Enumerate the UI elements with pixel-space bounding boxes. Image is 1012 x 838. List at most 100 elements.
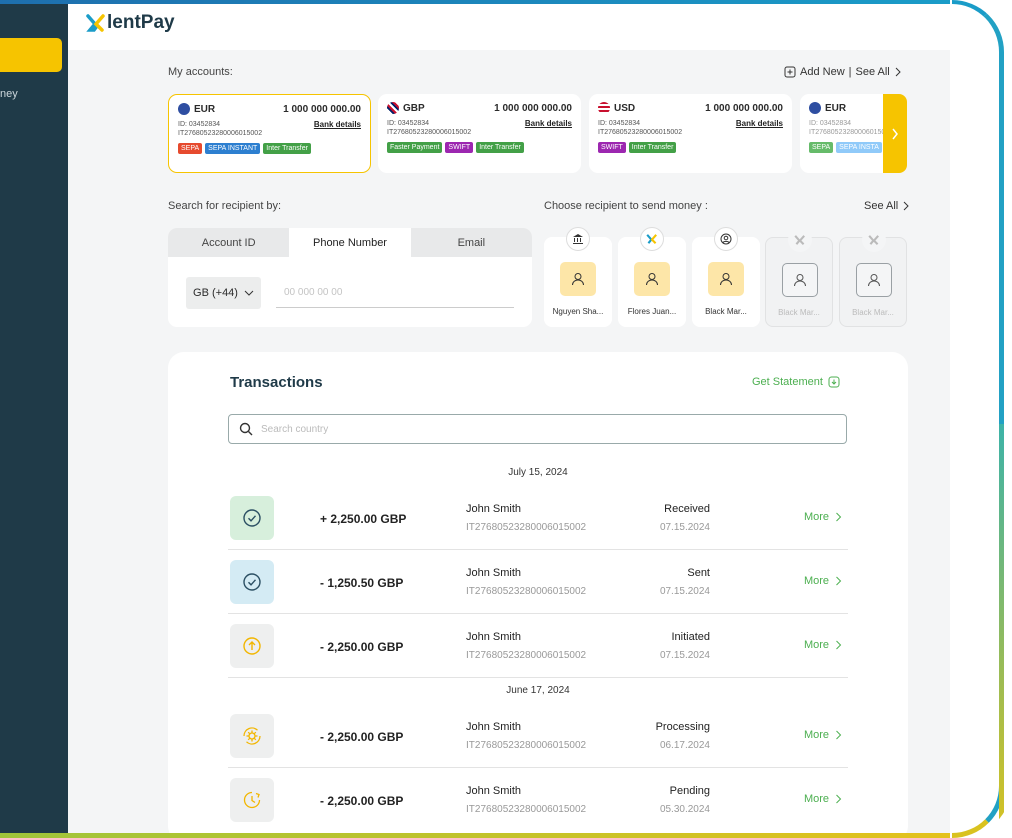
search-label: Search for recipient by: [168, 200, 282, 212]
see-all-recipients-link[interactable]: See All [864, 200, 898, 212]
user-icon [782, 263, 818, 297]
recipient-name: Nguyen Sha... [552, 307, 604, 316]
transaction-status: Received [664, 503, 710, 515]
add-new-link[interactable]: Add New [800, 66, 845, 78]
transaction-amount: - 2,250.00 GBP [320, 730, 404, 744]
recipient-card[interactable]: Nguyen Sha... [544, 227, 612, 327]
account-iban: IT27680523280006015002 [809, 129, 891, 136]
uk-flag-icon [387, 102, 399, 114]
transaction-status: Initiated [671, 631, 710, 643]
frame-edge-right [952, 0, 1004, 838]
accounts-label: My accounts: [168, 66, 233, 78]
date-group-header: July 15, 2024 [508, 467, 568, 478]
recipient-card[interactable]: Black Mar... [839, 228, 907, 327]
chevron-right-icon [892, 128, 898, 139]
user-icon [708, 262, 744, 296]
tag-sepa: SEPA [809, 142, 834, 153]
check-circle-icon [230, 560, 274, 604]
separator: | [848, 66, 852, 78]
account-iban: IT27680523280006015002 [598, 129, 683, 136]
transaction-row[interactable]: - 2,250.00 GBP John Smith IT276805232800… [228, 768, 848, 832]
transaction-search-input[interactable]: Search country [228, 414, 847, 444]
account-id: ID: 03452834 [809, 120, 852, 127]
frame-edge-bottom [0, 833, 950, 838]
account-currency: EUR [194, 103, 216, 115]
brand-logo[interactable]: lentPay [86, 12, 175, 34]
chevron-right-icon [836, 730, 842, 740]
transaction-date: 05.30.2024 [659, 804, 710, 815]
transactions-title: Transactions [230, 374, 323, 391]
transaction-iban: IT27680523280006015002 [466, 804, 587, 815]
transaction-row[interactable]: - 2,250.00 GBP John Smith IT276805232800… [228, 614, 848, 678]
phone-number-input[interactable]: 00 000 00 00 [276, 277, 514, 308]
account-card-gbp[interactable]: GBP 1 000 000 000.00 ID: 03452834 IT276805… [378, 94, 581, 173]
more-button[interactable]: More [804, 639, 842, 651]
chevron-right-icon [895, 67, 901, 77]
bank-details-link[interactable]: Bank details [736, 119, 783, 128]
transaction-row[interactable]: - 2,250.00 GBP John Smith IT276805232800… [228, 704, 848, 768]
bank-icon [566, 227, 590, 251]
more-button[interactable]: More [804, 575, 842, 587]
bank-details-link[interactable]: Bank details [314, 120, 361, 129]
more-button[interactable]: More [804, 511, 842, 523]
get-statement-button[interactable]: Get Statement [752, 376, 840, 388]
country-code-select[interactable]: GB (+44) [186, 277, 261, 309]
transactions-card: Transactions Get Statement Search countr… [168, 352, 908, 838]
more-label: More [803, 793, 829, 805]
accounts-actions: Add New | See All [784, 66, 902, 78]
more-label: More [803, 575, 829, 587]
tag-faster-payment: Faster Payment [387, 142, 443, 153]
tab-phone-number[interactable]: Phone Number [289, 228, 411, 257]
tag-inter-transfer: Inter Transfer [476, 142, 524, 153]
user-icon [634, 262, 670, 296]
tab-email[interactable]: Email [410, 228, 532, 257]
tag-sepa: SEPA [178, 143, 203, 154]
recipient-card[interactable]: Flores Juan... [618, 227, 686, 327]
accounts-next-button[interactable] [883, 94, 907, 173]
more-button[interactable]: More [804, 793, 842, 805]
recipient-card[interactable]: Black Mar... [692, 227, 760, 327]
check-circle-icon [230, 496, 274, 540]
recipient-name: Black Mar... [852, 308, 894, 317]
transaction-date: 07.15.2024 [659, 650, 710, 661]
transaction-status: Sent [687, 567, 710, 579]
chevron-right-icon [836, 576, 842, 586]
sidebar-item-label[interactable]: ney [0, 88, 18, 100]
transaction-row[interactable]: - 1,250.50 GBP John Smith IT276805232800… [228, 550, 848, 614]
account-card-eur[interactable]: EUR 1 000 000 000.00 ID: 03452834 IT276805… [168, 94, 371, 173]
account-card-usd[interactable]: USD 1 000 000 000.00 ID: 03452834 IT276805… [589, 94, 792, 173]
recipients-label: Choose recipient to send money : [544, 200, 708, 212]
tab-account-id[interactable]: Account ID [168, 228, 290, 257]
transaction-name: John Smith [466, 785, 522, 797]
top-bar [68, 4, 950, 50]
arrow-up-circle-icon [230, 624, 274, 668]
transaction-date: 07.15.2024 [659, 586, 710, 597]
date-group-header: June 17, 2024 [506, 685, 570, 696]
see-all-recipients[interactable]: See All [864, 200, 910, 212]
frame-edge-top [0, 0, 950, 4]
tag-inter-transfer: Inter Transfer [628, 142, 677, 153]
xlentpay-logo-icon [788, 228, 812, 252]
sidebar-item-active[interactable] [0, 38, 62, 72]
recipient-card[interactable]: Black Mar... [765, 228, 833, 327]
xlentpay-logo-icon [86, 14, 105, 32]
more-button[interactable]: More [804, 729, 842, 741]
more-label: More [803, 511, 829, 523]
account-iban: IT27680523280006015002 [178, 130, 263, 137]
transaction-amount: - 2,250.00 GBP [320, 640, 404, 654]
bank-details-link[interactable]: Bank details [525, 119, 572, 128]
tag-swift: SWIFT [598, 142, 626, 153]
account-iban: IT27680523280006015002 [387, 129, 472, 136]
sidebar: ney [0, 4, 68, 833]
transaction-amount: - 1,250.50 GBP [320, 576, 404, 590]
transaction-row[interactable]: + 2,250.00 GBP John Smith IT276805232800… [228, 486, 848, 550]
search-placeholder: Search country [261, 423, 329, 435]
transaction-iban: IT27680523280006015002 [466, 650, 587, 661]
account-balance: 1 000 000 000.00 [283, 103, 361, 115]
transaction-name: John Smith [466, 503, 522, 515]
tag-inter-transfer: Inter Transfer [263, 143, 311, 154]
transaction-iban: IT27680523280006015002 [466, 522, 587, 533]
plus-square-icon [784, 66, 796, 78]
tag-swift: SWIFT [445, 142, 474, 153]
see-all-accounts-link[interactable]: See All [856, 66, 890, 78]
